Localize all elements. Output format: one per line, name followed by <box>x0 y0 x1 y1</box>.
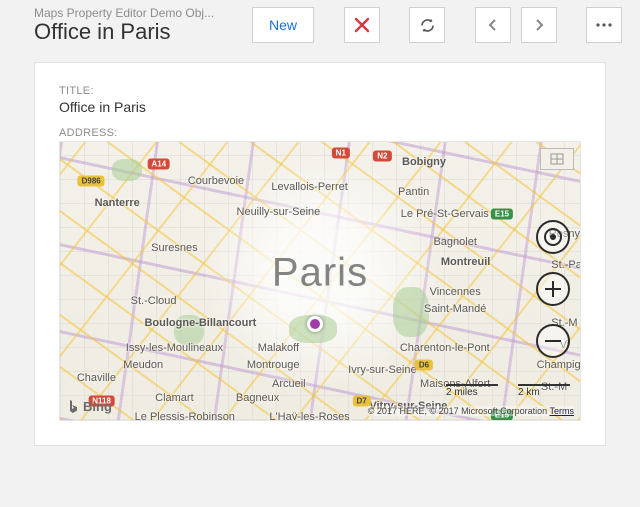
delete-button[interactable] <box>344 7 380 43</box>
locate-button[interactable] <box>536 220 570 254</box>
map-provider-logo: Bing <box>68 399 112 414</box>
close-icon <box>354 17 370 33</box>
map-canvas[interactable] <box>60 142 580 420</box>
new-button[interactable]: New <box>252 7 314 43</box>
chevron-left-icon <box>486 18 500 32</box>
title-area: Maps Property Editor Demo Obj... Office … <box>34 6 242 44</box>
title-field-value[interactable]: Office in Paris <box>59 99 581 115</box>
more-button[interactable] <box>586 7 622 43</box>
zoom-out-button[interactable] <box>536 324 570 358</box>
detail-card: TITLE: Office in Paris ADDRESS: Paris Bo… <box>34 62 606 446</box>
title-field-label: TITLE: <box>59 85 581 97</box>
map-nav-toggle[interactable] <box>540 148 574 170</box>
next-button[interactable] <box>521 7 557 43</box>
map-copyright: © 2017 HERE, © 2017 Microsoft Corporatio… <box>368 406 574 416</box>
page-title: Office in Paris <box>34 20 242 44</box>
chevron-right-icon <box>532 18 546 32</box>
terms-link[interactable]: Terms <box>550 406 575 416</box>
ellipsis-icon <box>595 22 613 28</box>
scale-miles: 2 miles <box>446 384 498 398</box>
map-widget[interactable]: Paris BobignyCourbevoieLevallois-PerretP… <box>59 141 581 421</box>
grid-icon <box>550 153 564 165</box>
bing-icon <box>68 400 79 414</box>
refresh-button[interactable] <box>409 7 445 43</box>
map-controls <box>536 220 570 358</box>
topbar: Maps Property Editor Demo Obj... Office … <box>0 0 640 50</box>
map-marker[interactable] <box>307 316 323 332</box>
zoom-in-button[interactable] <box>536 272 570 306</box>
breadcrumb[interactable]: Maps Property Editor Demo Obj... <box>34 6 242 20</box>
prev-button[interactable] <box>475 7 511 43</box>
refresh-icon <box>419 17 436 34</box>
address-field-label: ADDRESS: <box>59 127 581 139</box>
scale-km: 2 km <box>518 384 570 398</box>
map-scalebar: 2 miles 2 km <box>446 384 570 398</box>
